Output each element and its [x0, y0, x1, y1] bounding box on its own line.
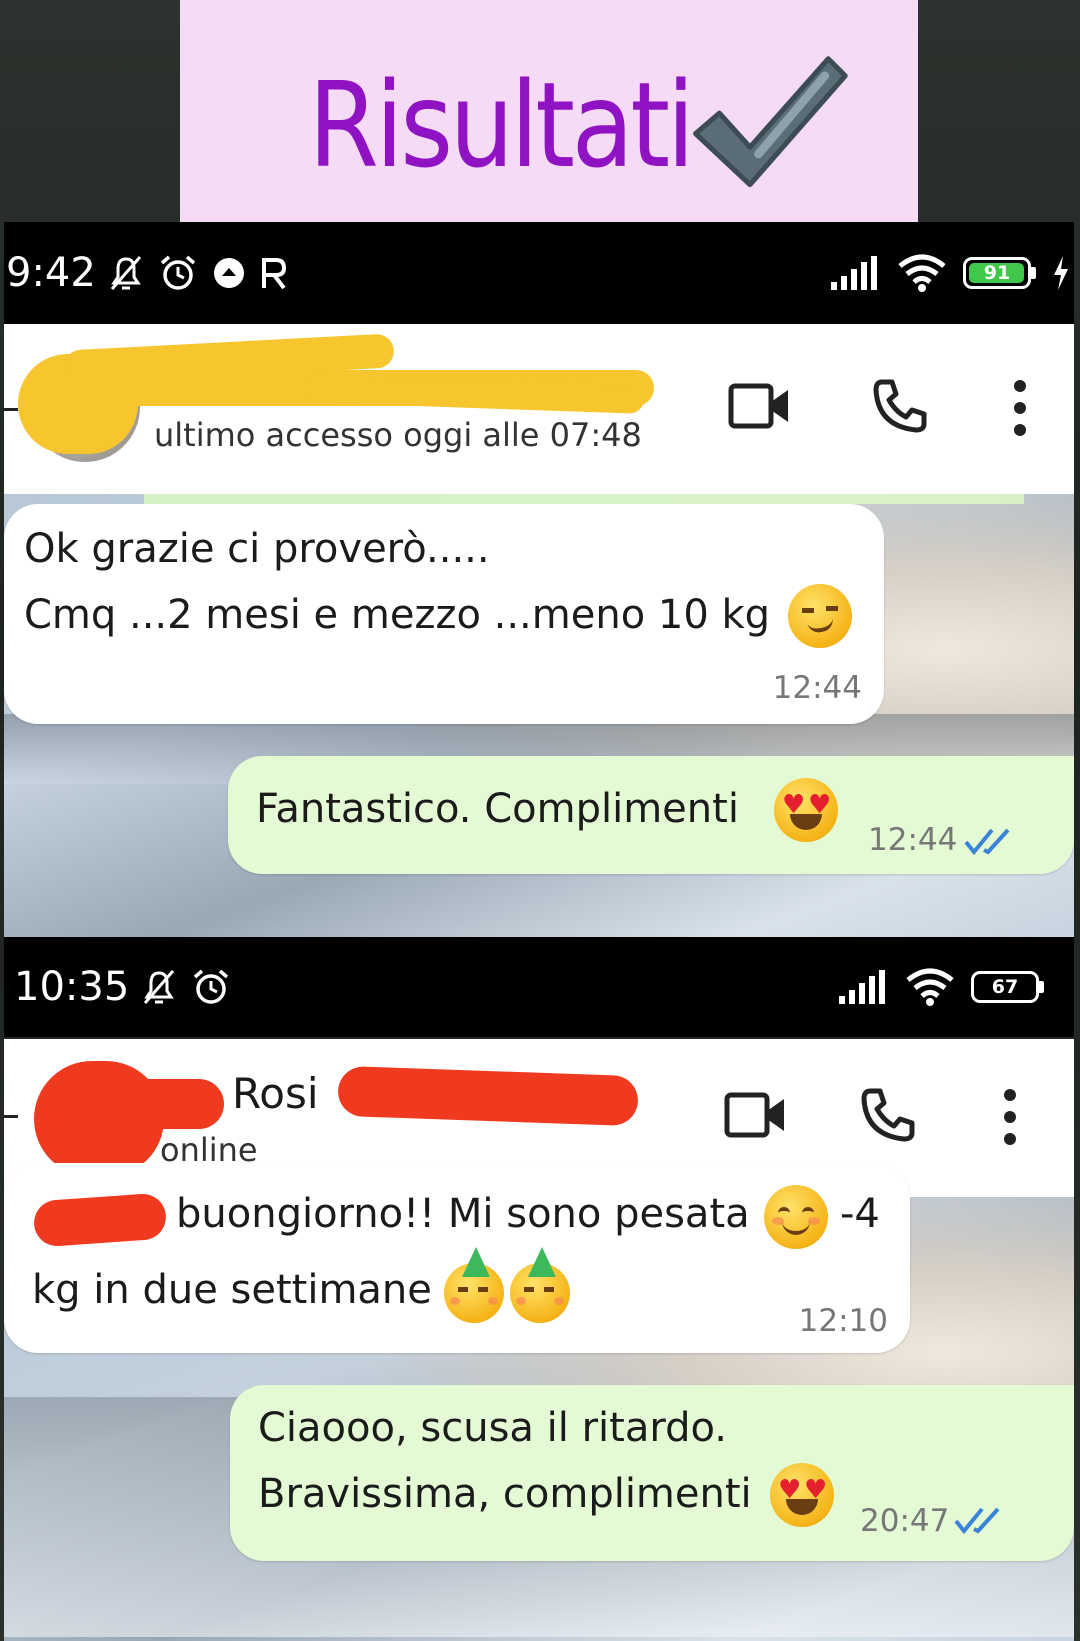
outgoing-message[interactable]: Fantastico. Complimenti ♥ ♥ 12:44	[228, 756, 1074, 874]
banner-title: Risultati	[308, 56, 696, 194]
message-time: 12:44	[772, 670, 862, 706]
signal-icon	[831, 256, 877, 290]
more-vert-icon[interactable]	[1000, 1087, 1020, 1147]
incoming-message[interactable]: buongiorno!! Mi sono pesata -4 kg in due…	[4, 1163, 910, 1353]
battery-level: 67	[991, 976, 1019, 998]
chat-screenshot-2: 10:35 67 Rosi online buongiorno!! Mi son…	[4, 937, 1074, 1641]
back-arrow-icon[interactable]	[4, 408, 18, 411]
partying-face-icon	[444, 1247, 504, 1323]
r-icon	[261, 258, 286, 290]
status-bar: 9:42 91	[4, 222, 1074, 324]
message-time: 20:47	[860, 1503, 950, 1539]
double-check-icon	[964, 828, 1010, 856]
phone-icon[interactable]	[860, 1087, 916, 1143]
alarm-icon	[194, 969, 229, 1004]
battery-icon: 67	[971, 971, 1044, 1003]
heart-eyes-icon: ♥ ♥	[774, 778, 838, 842]
redaction-mark	[337, 1065, 639, 1127]
message-line: -4	[840, 1191, 880, 1237]
status-bar: 10:35 67	[4, 937, 1074, 1037]
title-banner: Risultati	[180, 0, 918, 250]
message-time: 12:44	[868, 822, 958, 858]
double-check-icon	[954, 1507, 1000, 1535]
message-line: kg in due settimane	[32, 1267, 432, 1313]
incoming-message[interactable]: Ok grazie ci proverò..... Cmq ...2 mesi …	[4, 504, 884, 724]
wifi-icon	[906, 968, 954, 1006]
battery-level: 91	[983, 262, 1011, 284]
message-time: 12:10	[798, 1303, 888, 1339]
chat-header: ultimo accesso oggi alle 07:48	[4, 324, 1074, 494]
message-line: Cmq ...2 mesi e mezzo ...meno 10 kg	[24, 592, 771, 638]
video-call-icon[interactable]	[724, 1091, 788, 1139]
smirking-face-icon	[788, 584, 852, 648]
status-time: 9:42	[6, 250, 96, 296]
heavy-check-mark-icon	[692, 56, 848, 188]
more-vert-icon[interactable]	[1010, 378, 1030, 438]
outgoing-message[interactable]: Ciaooo, scusa il ritardo. Bravissima, co…	[230, 1385, 1074, 1561]
last-seen-text: ultimo accesso oggi alle 07:48	[154, 416, 642, 454]
message-line: buongiorno!! Mi sono pesata	[176, 1191, 750, 1237]
redaction-mark	[124, 1079, 224, 1129]
contact-name: Rosi	[232, 1069, 319, 1118]
bell-off-icon	[110, 256, 141, 290]
back-arrow-icon[interactable]	[4, 1115, 18, 1118]
charging-icon	[1054, 256, 1068, 290]
message-line: Ok grazie ci proverò.....	[24, 526, 490, 572]
message-line: Ciaooo, scusa il ritardo.	[258, 1405, 727, 1451]
message-line: Bravissima, complimenti	[258, 1471, 752, 1517]
message-line: Fantastico. Complimenti	[256, 786, 739, 832]
partying-face-icon	[510, 1247, 570, 1323]
heart-eyes-icon: ♥ ♥	[770, 1463, 834, 1527]
redaction-mark	[32, 1192, 168, 1248]
wifi-icon	[898, 254, 946, 292]
video-call-icon[interactable]	[728, 382, 792, 430]
smiling-face-icon	[764, 1185, 828, 1249]
status-time: 10:35	[14, 964, 130, 1010]
alarm-icon	[160, 255, 195, 290]
battery-icon: 91	[963, 257, 1036, 289]
upload-circle-icon	[213, 258, 244, 288]
bell-off-icon	[144, 970, 175, 1004]
chat-screenshot-1: 9:42 91 ultimo accesso oggi alle 07:48 O…	[4, 222, 1074, 937]
signal-icon	[839, 970, 885, 1004]
phone-icon[interactable]	[872, 378, 928, 434]
